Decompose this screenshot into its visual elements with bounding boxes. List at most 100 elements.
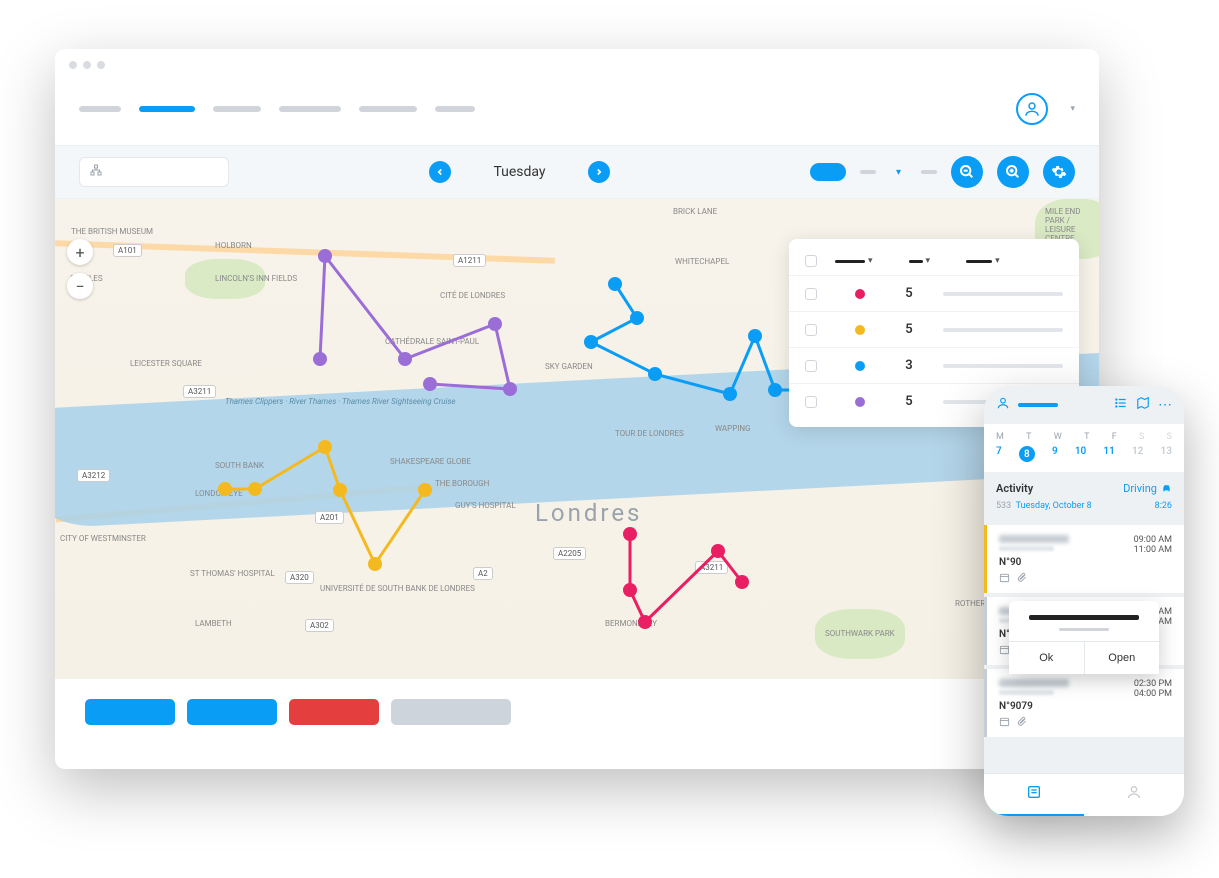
- calendar-day[interactable]: 8: [1019, 446, 1035, 462]
- nav-item-6[interactable]: [435, 106, 475, 112]
- legend-row[interactable]: 5: [789, 275, 1079, 311]
- route-stop[interactable]: [423, 377, 437, 391]
- map-poi: CITY OF WESTMINSTER: [60, 534, 146, 543]
- action-button-2[interactable]: [187, 699, 277, 725]
- map-icon[interactable]: [1136, 396, 1150, 414]
- legend-color-dot: [855, 325, 865, 335]
- date-line: 533 Tuesday, October 8 8:26: [984, 499, 1184, 521]
- activity-mode[interactable]: Driving: [1123, 482, 1172, 495]
- filter-pill[interactable]: [810, 163, 846, 181]
- legend-row[interactable]: 3: [789, 347, 1079, 383]
- more-icon[interactable]: ⋯: [1158, 397, 1172, 413]
- action-button-4[interactable]: [391, 699, 511, 725]
- road-label: A3212: [77, 469, 110, 482]
- route-stop[interactable]: [623, 527, 637, 541]
- route-stop[interactable]: [638, 615, 652, 629]
- route-stop[interactable]: [623, 583, 637, 597]
- legend-checkbox[interactable]: [805, 324, 817, 336]
- map-poi: Lincoln's Inn Fields: [215, 274, 297, 283]
- calendar-day[interactable]: 10: [1075, 446, 1086, 462]
- user-icon: [996, 396, 1010, 414]
- prev-day-button[interactable]: [429, 161, 451, 183]
- window-controls: [55, 49, 1099, 81]
- route-stop[interactable]: [735, 575, 749, 589]
- calendar-day[interactable]: 11: [1103, 446, 1114, 462]
- route-stop[interactable]: [768, 383, 782, 397]
- map-poi: LAMBETH: [195, 619, 232, 628]
- zoom-out-button[interactable]: [951, 156, 983, 188]
- map-poi: Université de South Bank de Londres: [320, 584, 475, 593]
- route-stop[interactable]: [608, 277, 622, 291]
- zoom-in-button[interactable]: [997, 156, 1029, 188]
- legend-checkbox[interactable]: [805, 396, 817, 408]
- route-stop[interactable]: [503, 382, 517, 396]
- route-stop[interactable]: [630, 311, 644, 325]
- select-all-checkbox[interactable]: [805, 255, 817, 267]
- route-stop[interactable]: [723, 387, 737, 401]
- road-label: A101: [113, 244, 142, 257]
- route-stop[interactable]: [368, 557, 382, 571]
- legend-bar: [943, 292, 1063, 296]
- map-poi: Sky Garden: [545, 362, 593, 371]
- route-stop[interactable]: [313, 352, 327, 366]
- map-poi: CITÉ DE LONDRES: [440, 291, 505, 300]
- legend-checkbox[interactable]: [805, 288, 817, 300]
- route-stop[interactable]: [418, 483, 432, 497]
- route-purple[interactable]: [320, 256, 510, 389]
- road-label: A3211: [183, 385, 216, 398]
- legend-value: 3: [899, 358, 919, 373]
- zoom-out-icon: [959, 164, 975, 180]
- route-stop[interactable]: [748, 329, 762, 343]
- car-icon: [1161, 483, 1172, 494]
- legend-value: 5: [899, 322, 919, 337]
- nav-item-3[interactable]: [213, 106, 261, 112]
- calendar-day[interactable]: 7: [996, 446, 1002, 462]
- route-pink[interactable]: [630, 534, 742, 622]
- action-button-3[interactable]: [289, 699, 379, 725]
- settings-button[interactable]: [1043, 156, 1075, 188]
- toolbar: Tuesday ▾: [55, 145, 1099, 199]
- route-stop[interactable]: [488, 317, 502, 331]
- tab-list[interactable]: [984, 774, 1084, 816]
- calendar-day[interactable]: 13: [1161, 446, 1172, 462]
- activity-item[interactable]: 09:00 AM11:00 AM N°90: [984, 525, 1184, 593]
- mobile-calendar: MTWTFSS 78910111213: [984, 424, 1184, 472]
- route-stop[interactable]: [318, 249, 332, 263]
- popup-ok-button[interactable]: Ok: [1009, 642, 1085, 674]
- app-window: ▾ Tuesday ▾: [55, 49, 1099, 769]
- next-day-button[interactable]: [588, 161, 610, 183]
- legend-row[interactable]: 5: [789, 311, 1079, 347]
- popup-open-button[interactable]: Open: [1085, 642, 1160, 674]
- nav-item-1[interactable]: [79, 106, 121, 112]
- map-poi: WAPPING: [715, 424, 751, 433]
- search-input[interactable]: [79, 157, 229, 187]
- list-icon[interactable]: [1114, 396, 1128, 414]
- calendar-day[interactable]: 12: [1132, 446, 1143, 462]
- activity-item[interactable]: 02:30 PM04:00 PM N°9079: [984, 669, 1184, 737]
- route-stop[interactable]: [648, 367, 662, 381]
- item-number: N°90: [999, 557, 1172, 568]
- action-button-1[interactable]: [85, 699, 175, 725]
- user-avatar-button[interactable]: [1016, 93, 1048, 125]
- route-stop[interactable]: [248, 482, 262, 496]
- route-stop[interactable]: [398, 352, 412, 366]
- road-label: A201: [315, 511, 344, 524]
- map-poi: SOUTH BANK: [215, 461, 264, 470]
- route-stop[interactable]: [584, 335, 598, 349]
- nav-item-5[interactable]: [359, 106, 417, 112]
- road-label: A320: [285, 571, 314, 584]
- map-zoom-in-button[interactable]: +: [67, 239, 93, 265]
- map[interactable]: Thames Clippers · River Thames · Thames …: [55, 199, 1099, 679]
- route-stop[interactable]: [333, 483, 347, 497]
- tab-profile[interactable]: [1084, 774, 1184, 816]
- route-stop[interactable]: [711, 544, 725, 558]
- legend-checkbox[interactable]: [805, 360, 817, 372]
- route-stop[interactable]: [218, 482, 232, 496]
- nav-item-4[interactable]: [279, 106, 341, 112]
- map-poi: WHITECHAPEL: [675, 257, 729, 266]
- route-stop[interactable]: [318, 440, 332, 454]
- nav-item-2[interactable]: [139, 106, 195, 112]
- calendar-day[interactable]: 9: [1052, 446, 1058, 462]
- map-zoom-out-button[interactable]: −: [67, 273, 93, 299]
- chevron-left-icon: [435, 167, 445, 177]
